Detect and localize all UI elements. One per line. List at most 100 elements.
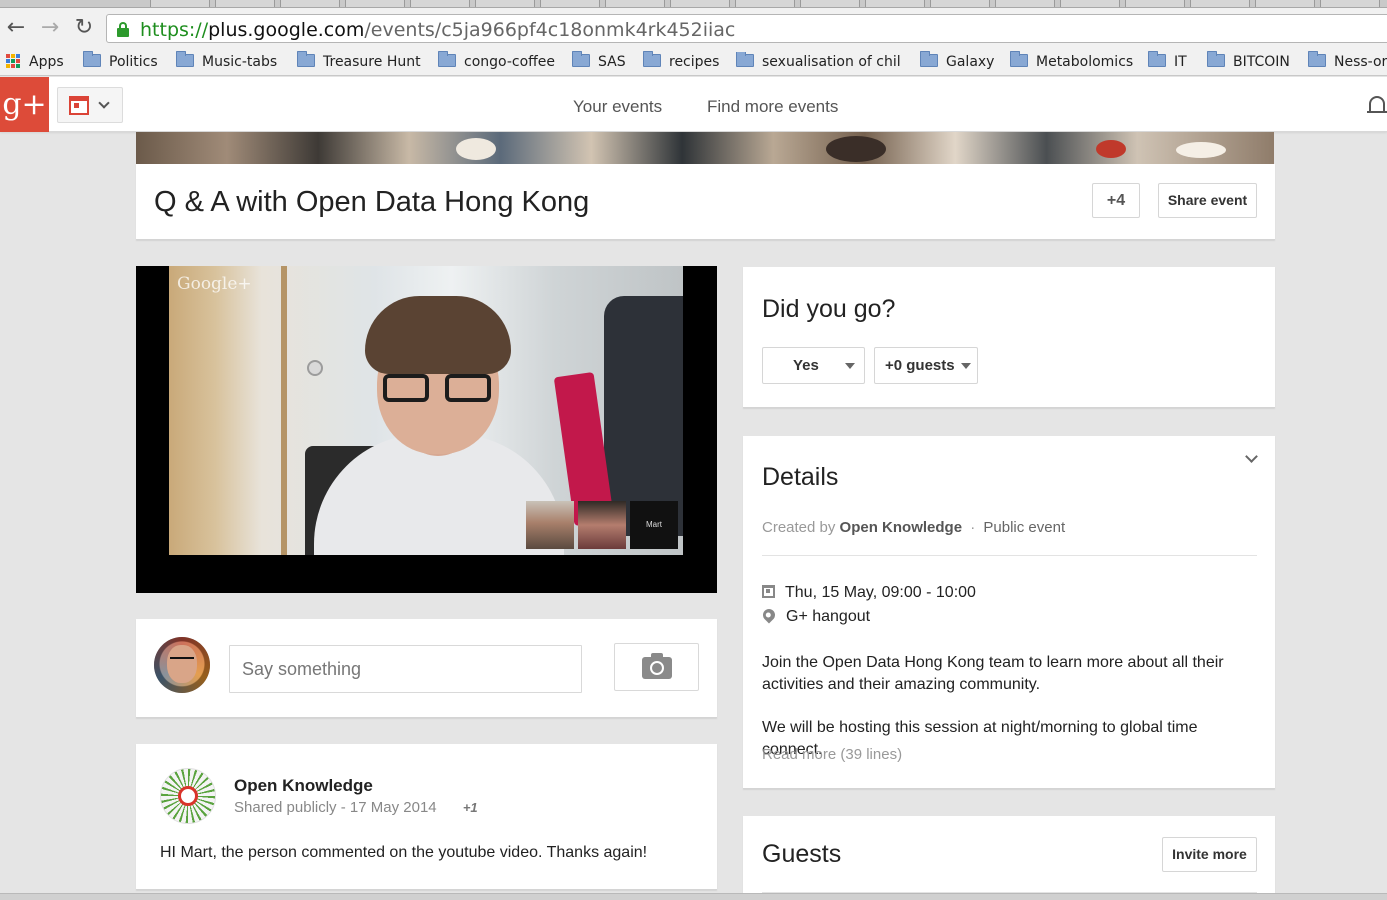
bookmark-label: SAS [598, 54, 626, 70]
bookmark-folder-ness-or[interactable]: Ness-or [1308, 51, 1387, 72]
bookmark-folder-politics[interactable]: Politics [83, 51, 158, 72]
browser-tab[interactable] [1190, 0, 1250, 7]
rsvp-guests-dropdown[interactable]: +0 guests [874, 347, 978, 384]
say-something-input[interactable] [229, 645, 582, 693]
bookmark-folder-it[interactable]: IT [1148, 51, 1187, 72]
user-avatar[interactable] [154, 637, 210, 693]
folder-icon [1148, 51, 1166, 67]
browser-tab[interactable] [540, 0, 600, 7]
apps-grid-icon [6, 54, 20, 68]
browser-tab[interactable] [1320, 0, 1380, 7]
bookmark-folder-music-tabs[interactable]: Music-tabs [176, 51, 278, 72]
reload-icon[interactable]: ↻ [72, 16, 96, 40]
event-post: Open Knowledge Shared publicly - 17 May … [136, 744, 717, 890]
bookmarks-bar: Apps Politics Music-tabs Treasure Hunt c… [0, 48, 1387, 76]
creator-link[interactable]: Open Knowledge [840, 519, 963, 536]
meta-separator: - [340, 799, 346, 816]
browser-tab[interactable] [475, 0, 535, 7]
bookmark-label: sexualisation of chil [762, 54, 901, 70]
hangout-video-player[interactable]: Google+ Mart [136, 266, 717, 593]
address-bar[interactable]: https://plus.google.com/events/c5ja966pf… [106, 14, 1387, 43]
bookmark-folder-congo-coffee[interactable]: congo-coffee [438, 51, 556, 72]
bookmark-folder-bitcoin[interactable]: BITCOIN [1207, 51, 1290, 72]
folder-icon [438, 51, 456, 67]
browser-toolbar: ← → ↻ https://plus.google.com/events/c5j… [0, 8, 1387, 48]
browser-tab[interactable] [930, 0, 990, 7]
notification-bell-icon[interactable] [1367, 94, 1387, 116]
bookmark-folder-recipes[interactable]: recipes [643, 51, 719, 72]
event-cover-photo [136, 132, 1274, 164]
event-location[interactable]: G+ hangout [786, 608, 870, 625]
divider [762, 555, 1257, 556]
app-switcher-button[interactable] [57, 87, 123, 123]
bookmark-label: Apps [29, 54, 64, 70]
event-datetime-row: Thu, 15 May, 09:00 - 10:00 [762, 584, 976, 602]
dropdown-arrow-icon [961, 363, 971, 369]
browser-tab[interactable] [1060, 0, 1120, 7]
google-plus-watermark: Google+ [177, 274, 252, 294]
invite-more-button[interactable]: Invite more [1162, 837, 1257, 872]
browser-tab[interactable] [150, 0, 210, 7]
calendar-icon [762, 585, 775, 598]
post-plus-one-button[interactable]: +1 [463, 800, 478, 815]
nav-your-events[interactable]: Your events [573, 97, 662, 117]
bookmark-folder-sas[interactable]: SAS [572, 51, 626, 72]
bookmark-label: congo-coffee [464, 54, 556, 70]
browser-tab[interactable] [1125, 0, 1185, 7]
folder-icon [1207, 51, 1225, 67]
browser-tab[interactable] [605, 0, 665, 7]
meta-dot: · [970, 519, 976, 536]
open-knowledge-avatar[interactable] [160, 768, 216, 824]
gplus-logo[interactable]: g+ [0, 77, 49, 132]
lock-icon [117, 22, 129, 37]
folder-icon [297, 51, 315, 67]
participant-thumbnail[interactable] [526, 501, 574, 549]
nav-find-more-events[interactable]: Find more events [707, 97, 838, 117]
rsvp-answer-dropdown[interactable]: Yes [762, 347, 865, 384]
browser-tab[interactable] [995, 0, 1055, 7]
chevron-down-icon[interactable] [1245, 450, 1258, 463]
browser-tab[interactable] [1255, 0, 1315, 7]
post-author[interactable]: Open Knowledge [234, 776, 373, 796]
bookmark-folder-galaxy[interactable]: Galaxy [920, 51, 994, 72]
rsvp-title: Did you go? [762, 295, 896, 323]
back-arrow-icon[interactable]: ← [4, 16, 28, 40]
forward-arrow-icon[interactable]: → [38, 16, 62, 40]
url-domain: plus.google.com [208, 19, 365, 41]
browser-tab[interactable] [280, 0, 340, 7]
url-path: /events/c5ja966pf4c18onmk4rk452iiac [364, 19, 736, 41]
post-visibility: Shared publicly [234, 799, 337, 816]
folder-icon [643, 51, 661, 67]
browser-tab[interactable] [410, 0, 470, 7]
browser-tab[interactable] [800, 0, 860, 7]
folder-icon [736, 52, 754, 67]
details-title: Details [762, 463, 839, 491]
browser-tab[interactable] [735, 0, 795, 7]
folder-icon [176, 51, 194, 67]
dropdown-arrow-icon [845, 363, 855, 369]
browser-tab[interactable] [865, 0, 925, 7]
bookmark-folder-treasure-hunt[interactable]: Treasure Hunt [297, 51, 421, 72]
location-pin-icon [760, 606, 778, 624]
bookmark-folder-sexualisation[interactable]: sexualisation of chil [736, 52, 902, 72]
folder-icon [920, 51, 938, 67]
plus-one-button[interactable]: +4 [1092, 183, 1140, 218]
browser-tab-strip [0, 0, 1387, 8]
bookmark-label: Music-tabs [202, 54, 278, 70]
bookmark-apps[interactable]: Apps [6, 52, 64, 72]
participant-thumbnail[interactable]: Mart [630, 501, 678, 549]
browser-tab[interactable] [345, 0, 405, 7]
participant-thumbnail[interactable] [578, 501, 626, 549]
event-location-row: G+ hangout [760, 606, 870, 626]
share-event-button[interactable]: Share event [1158, 183, 1257, 218]
browser-tab[interactable] [215, 0, 275, 7]
browser-tab[interactable] [670, 0, 730, 7]
post-date[interactable]: 17 May 2014 [350, 799, 437, 816]
bookmark-folder-metabolomics[interactable]: Metabolomics [1010, 51, 1133, 72]
event-datetime: Thu, 15 May, 09:00 - 10:00 [785, 584, 976, 601]
add-photo-button[interactable] [614, 643, 699, 691]
read-more-link[interactable]: Read more (39 lines) [762, 746, 902, 763]
calendar-icon [69, 96, 89, 115]
url-scheme: https:// [140, 19, 209, 41]
bookmark-label: BITCOIN [1233, 54, 1290, 70]
